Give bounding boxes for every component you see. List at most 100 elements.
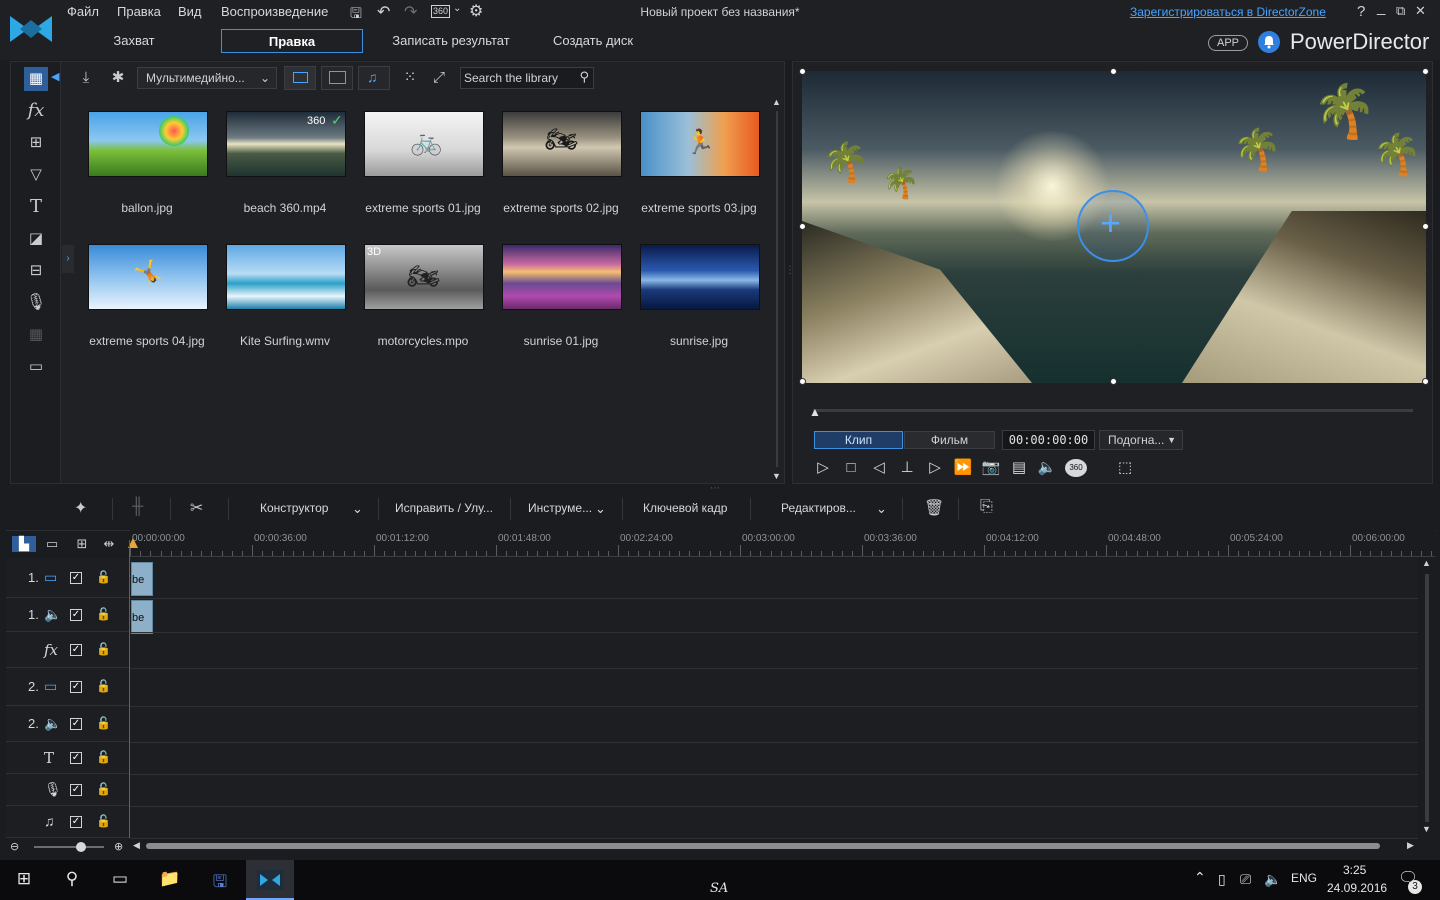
undo-icon[interactable]: ↶ bbox=[377, 2, 390, 22]
next-frame-icon[interactable]: ▷ bbox=[923, 458, 947, 478]
timeline-video-clip[interactable]: be bbox=[131, 562, 153, 596]
filter-audio-tab[interactable]: ♫ bbox=[358, 66, 390, 90]
audio-mixing-icon[interactable]: ⊟ bbox=[24, 259, 48, 283]
settings-gear-icon[interactable]: ⚙ bbox=[469, 1, 483, 21]
scroll-up-icon[interactable]: ▲ bbox=[772, 97, 781, 107]
media-item-beach-360[interactable]: 360 ✓ beach 360.mp4 bbox=[224, 111, 346, 231]
plugins-icon[interactable]: ✱ bbox=[105, 67, 131, 89]
network-icon[interactable]: ⎚ bbox=[1240, 871, 1251, 888]
fix-enhance-button[interactable]: Исправить / Улу... bbox=[395, 501, 493, 515]
resize-handle[interactable] bbox=[799, 223, 806, 230]
trim-icon[interactable]: ╫ bbox=[132, 498, 143, 516]
video-preview[interactable]: 🌴 🌴 🌴 🌴 🌴 + bbox=[802, 71, 1426, 383]
track-enable-checkbox[interactable]: ✓ bbox=[70, 752, 82, 764]
tab-create-disc[interactable]: Создать диск bbox=[540, 29, 646, 53]
media-item-motorcycles[interactable]: 3D 🏍 motorcycles.mpo bbox=[362, 244, 484, 364]
track-lock-icon[interactable]: 🔓 bbox=[96, 642, 111, 656]
media-item-sunrise[interactable]: sunrise.jpg bbox=[638, 244, 760, 364]
chapter-room-icon[interactable]: ▦ bbox=[24, 323, 48, 347]
move-crosshair-icon[interactable]: + bbox=[1100, 203, 1121, 243]
previous-frame-icon[interactable]: ◁ bbox=[867, 458, 891, 478]
track-lock-icon[interactable]: 🔓 bbox=[96, 607, 111, 621]
search-icon[interactable]: ⚲ bbox=[579, 67, 589, 87]
resize-handle[interactable] bbox=[1110, 378, 1117, 385]
designer-menu[interactable]: Конструктор bbox=[260, 501, 328, 515]
help-icon[interactable]: ? bbox=[1357, 3, 1365, 20]
undock-preview-icon[interactable]: ⬚ bbox=[1113, 458, 1137, 478]
timeline-view-icon[interactable]: ▙ bbox=[12, 536, 36, 552]
more-features-icon[interactable]: ⎘ bbox=[980, 498, 993, 516]
scroll-right-icon[interactable]: ▶ bbox=[1407, 840, 1414, 851]
resize-handle[interactable] bbox=[799, 378, 806, 385]
clock-date[interactable]: 24.09.2016 bbox=[1327, 881, 1387, 895]
menu-file[interactable]: Файл bbox=[67, 4, 99, 19]
360-view-button[interactable]: 360 bbox=[1065, 459, 1087, 477]
timeline-vertical-scrollbar[interactable]: ▲ ▼ bbox=[1420, 558, 1434, 838]
zoom-out-icon[interactable]: ⊖ bbox=[10, 840, 19, 853]
chevron-down-icon[interactable]: ⌄ bbox=[453, 3, 461, 14]
split-scissors-icon[interactable]: ✂ bbox=[190, 498, 203, 518]
redo-icon[interactable]: ↷ bbox=[404, 2, 417, 22]
track-area[interactable] bbox=[130, 558, 1418, 838]
import-media-icon[interactable]: ⤓ bbox=[73, 67, 99, 89]
track-enable-checkbox[interactable]: ✓ bbox=[70, 644, 82, 656]
language-indicator[interactable]: ENG bbox=[1291, 871, 1317, 885]
media-item-extreme-sports-03[interactable]: 🏃 extreme sports 03.jpg bbox=[638, 111, 760, 231]
menu-view[interactable]: Вид bbox=[178, 4, 202, 19]
media-room-icon[interactable]: ▦ bbox=[24, 67, 48, 91]
chevron-down-icon[interactable]: ⌄ bbox=[595, 501, 606, 517]
timeline-audio-clip[interactable]: be bbox=[131, 600, 153, 634]
register-directorzone-link[interactable]: Зарегистрироваться в DirectorZone bbox=[1130, 5, 1326, 19]
media-item-sunrise-01[interactable]: sunrise 01.jpg bbox=[500, 244, 622, 364]
library-scrollbar[interactable]: ▲ ▼ bbox=[772, 97, 782, 483]
restore-button[interactable]: ⧉ bbox=[1396, 3, 1405, 19]
tools-menu[interactable]: Инструме... bbox=[528, 501, 592, 515]
360-view-icon[interactable]: 360 bbox=[431, 5, 451, 18]
device-icon[interactable]: ▯ bbox=[1218, 871, 1226, 888]
subtitle-room-icon[interactable]: ▭ bbox=[24, 355, 48, 379]
delete-trash-icon[interactable]: 🗑 bbox=[924, 498, 944, 518]
library-search-input[interactable]: Search the library ⚲ bbox=[460, 67, 594, 89]
filter-video-tab[interactable] bbox=[284, 66, 316, 90]
library-filter-dropdown[interactable]: Мультимедийно... ⌄ bbox=[137, 67, 277, 89]
track-enable-checkbox[interactable]: ✓ bbox=[70, 609, 82, 621]
track-enable-checkbox[interactable]: ✓ bbox=[70, 718, 82, 730]
media-item-extreme-sports-04[interactable]: 🤸 extreme sports 04.jpg bbox=[86, 244, 208, 364]
app-badge[interactable]: APP bbox=[1208, 35, 1248, 51]
timeline-horizontal-scrollbar[interactable] bbox=[146, 843, 1380, 849]
clock-time[interactable]: 3:25 bbox=[1343, 863, 1366, 877]
storyboard-view-icon[interactable]: ▭ bbox=[40, 536, 64, 552]
edit-menu[interactable]: Редактиров... bbox=[781, 501, 856, 515]
movie-mode-tab[interactable]: Фильм bbox=[904, 431, 995, 449]
resize-handle[interactable] bbox=[1422, 223, 1429, 230]
resize-handle[interactable] bbox=[799, 68, 806, 75]
scroll-left-icon[interactable]: ◀ bbox=[133, 840, 140, 851]
zoom-fit-dropdown[interactable]: Подогна... ▼ bbox=[1099, 430, 1183, 450]
track-lock-icon[interactable]: 🔓 bbox=[96, 750, 111, 764]
track-enable-checkbox[interactable]: ✓ bbox=[70, 681, 82, 693]
scroll-down-icon[interactable]: ▼ bbox=[772, 471, 781, 481]
filter-image-tab[interactable] bbox=[321, 66, 353, 90]
play-icon[interactable]: ▷ bbox=[811, 458, 835, 478]
particle-room-icon[interactable]: ▽ bbox=[24, 163, 48, 187]
pip-objects-icon[interactable]: ⊞ bbox=[24, 131, 48, 155]
timeline-ruler[interactable]: 00:00:00:00 00:00:36:00 00:01:12:00 00:01:4… bbox=[130, 530, 1435, 557]
collapse-arrow-icon[interactable]: ◀ bbox=[51, 70, 59, 83]
chevron-down-icon[interactable]: ⌄ bbox=[876, 501, 887, 517]
volume-icon[interactable]: 🔈 bbox=[1035, 458, 1059, 478]
track-lock-icon[interactable]: 🔓 bbox=[96, 570, 111, 584]
seek-slider-thumb[interactable]: ▲ bbox=[809, 405, 821, 419]
resize-handle[interactable] bbox=[1422, 68, 1429, 75]
scroll-up-icon[interactable]: ▲ bbox=[1422, 558, 1431, 568]
task-view-icon[interactable]: ▭ bbox=[108, 869, 132, 891]
track-manager-icon[interactable]: ⊞ bbox=[70, 536, 94, 552]
media-item-ballon[interactable]: ballon.jpg bbox=[86, 111, 208, 231]
split-marker-icon[interactable]: ⊥ bbox=[895, 458, 919, 478]
expand-icon[interactable]: ⤢ bbox=[426, 67, 452, 89]
windows-start-icon[interactable]: ⊞ bbox=[12, 869, 36, 891]
track-lock-icon[interactable]: 🔓 bbox=[96, 679, 111, 693]
scroll-down-icon[interactable]: ▼ bbox=[1422, 824, 1431, 834]
track-enable-checkbox[interactable]: ✓ bbox=[70, 816, 82, 828]
snapshot-camera-icon[interactable]: 📷 bbox=[979, 458, 1003, 478]
track-enable-checkbox[interactable]: ✓ bbox=[70, 572, 82, 584]
